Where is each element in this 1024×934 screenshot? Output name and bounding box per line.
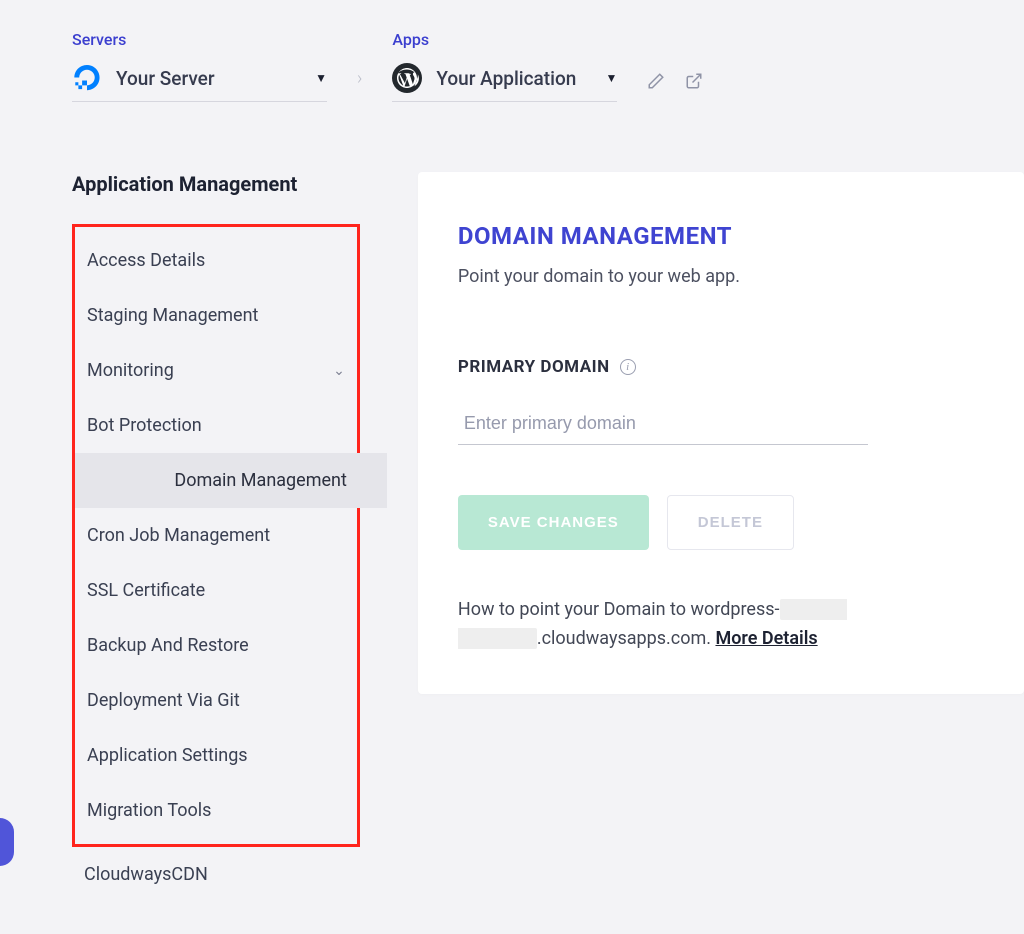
main-panel: DOMAIN MANAGEMENT Point your domain to y…: [418, 172, 1024, 694]
sidebar-item-deployment-git[interactable]: Deployment Via Git: [75, 673, 357, 728]
primary-domain-label: PRIMARY DOMAIN: [458, 357, 610, 377]
sidebar-item-application-settings[interactable]: Application Settings: [75, 728, 357, 783]
sidebar-item-backup-restore[interactable]: Backup And Restore: [75, 618, 357, 673]
breadcrumb-bar: Servers Your Server ▼ › Apps Your Applic…: [0, 0, 1024, 102]
more-details-link[interactable]: More Details: [715, 628, 817, 649]
digitalocean-icon: [72, 63, 102, 93]
sidebar-highlighted-box: Access Details Staging Management Monito…: [72, 224, 360, 847]
caret-down-icon: ▼: [315, 71, 327, 85]
chevron-down-icon: ⌄: [333, 363, 345, 379]
server-name: Your Server: [116, 67, 301, 90]
server-selector[interactable]: Your Server ▼: [72, 63, 327, 102]
primary-domain-label-row: PRIMARY DOMAIN i: [458, 357, 984, 377]
wordpress-icon: [392, 63, 422, 93]
sidebar-item-cron-job-management[interactable]: Cron Job Management: [75, 508, 357, 563]
save-changes-button[interactable]: SAVE CHANGES: [458, 495, 649, 550]
server-breadcrumb-group: Servers Your Server ▼: [72, 30, 327, 102]
sidebar-item-monitoring[interactable]: Monitoring⌄: [75, 343, 357, 398]
sidebar-title: Application Management: [72, 172, 360, 196]
app-selector[interactable]: Your Application ▼: [392, 63, 617, 102]
sidebar-item-bot-protection[interactable]: Bot Protection: [75, 398, 357, 453]
info-icon[interactable]: i: [620, 359, 636, 375]
sidebar-item-staging-management[interactable]: Staging Management: [75, 288, 357, 343]
button-row: SAVE CHANGES DELETE: [458, 495, 984, 550]
panel-title: DOMAIN MANAGEMENT: [458, 222, 984, 250]
primary-domain-input[interactable]: [458, 407, 868, 445]
caret-down-icon: ▼: [605, 71, 617, 85]
sidebar-item-domain-management[interactable]: Domain Management: [75, 453, 387, 508]
app-breadcrumb-group: Apps Your Application ▼: [392, 30, 617, 102]
sidebar-item-access-details[interactable]: Access Details: [75, 233, 357, 288]
panel-subtitle: Point your domain to your web app.: [458, 266, 984, 287]
breadcrumb-actions: [647, 72, 703, 90]
sidebar: Application Management Access Details St…: [72, 172, 360, 902]
delete-button[interactable]: DELETE: [667, 495, 794, 550]
app-name: Your Application: [436, 67, 591, 90]
help-text: How to point your Domain to wordpress-XX…: [458, 596, 984, 654]
edit-icon[interactable]: [647, 72, 665, 90]
help-bubble[interactable]: [0, 818, 14, 866]
chevron-right-icon: ›: [357, 68, 362, 89]
servers-label[interactable]: Servers: [72, 30, 327, 49]
sidebar-item-migration-tools[interactable]: Migration Tools: [75, 783, 357, 838]
external-link-icon[interactable]: [685, 72, 703, 90]
sidebar-item-ssl-certificate[interactable]: SSL Certificate: [75, 563, 357, 618]
sidebar-item-cloudwayscdn[interactable]: CloudwaysCDN: [72, 847, 360, 902]
apps-label[interactable]: Apps: [392, 30, 617, 49]
